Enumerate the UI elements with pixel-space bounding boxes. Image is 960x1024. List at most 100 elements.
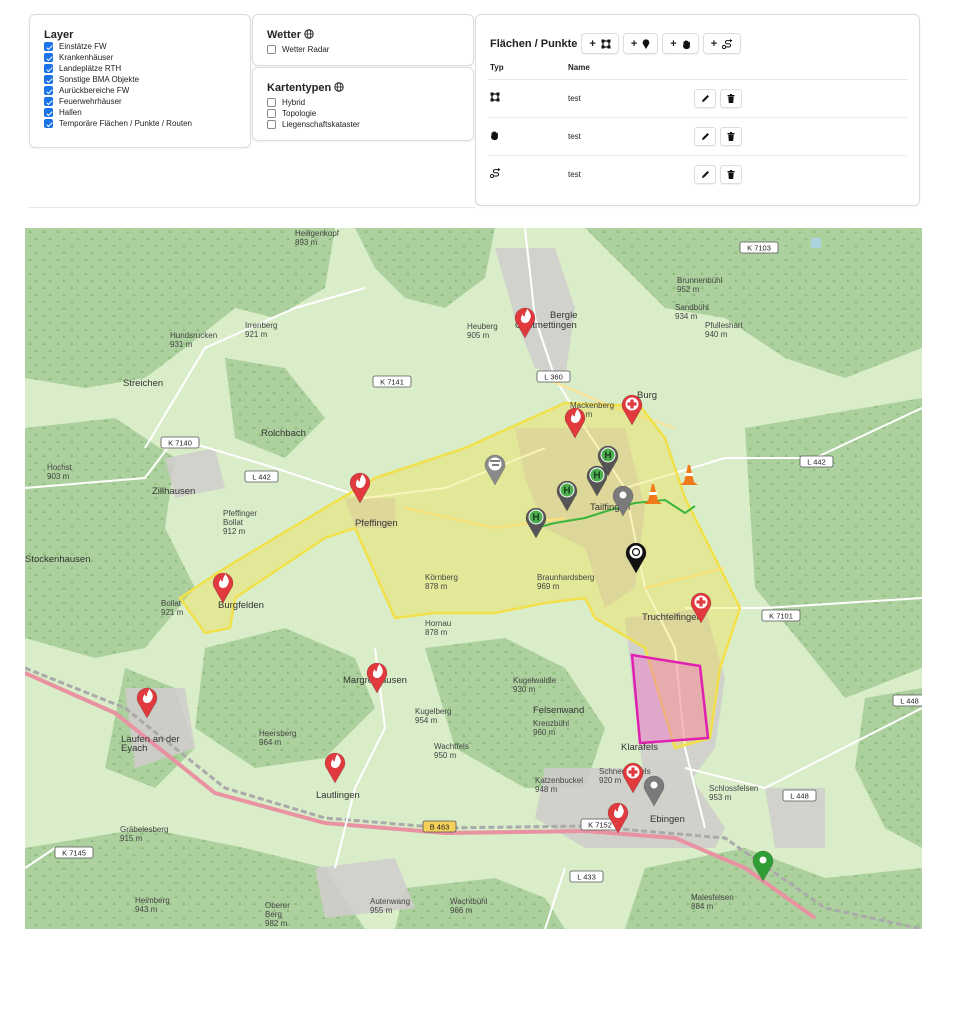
road-label: L 433: [569, 870, 604, 883]
pencil-icon: [701, 170, 710, 179]
edit-button[interactable]: [694, 126, 716, 146]
column-header-name: Name: [566, 61, 694, 80]
wetter-panel: Wetter Wetter Radar: [252, 14, 474, 66]
place-label: Rolchbach: [261, 428, 306, 439]
layer-checkbox[interactable]: [44, 42, 53, 51]
place-label: Zillhausen: [152, 486, 195, 497]
type-cell: [488, 117, 566, 156]
layer-checkbox[interactable]: [44, 53, 53, 62]
map-view[interactable]: Onstmettingen Bergle Heuberg 905 m Streichen…: [25, 228, 922, 929]
place-label: Lautlingen: [316, 790, 360, 801]
pencil-icon: [701, 94, 710, 103]
kartentypen-title: Kartentypen: [267, 82, 473, 95]
wetter-title: Wetter: [267, 29, 473, 42]
pencil-icon: [701, 132, 710, 141]
layer-checkbox[interactable]: [44, 108, 53, 117]
kartentypen-panel: Kartentypen Hybrid Topologie Liegenschafts…: [252, 67, 474, 141]
name-cell: test: [566, 79, 694, 118]
add-polygon-button[interactable]: +: [581, 33, 619, 54]
road-label: K 7140: [160, 436, 200, 449]
wetter-option-0[interactable]: Wetter Radar: [267, 44, 473, 55]
layer-option-5[interactable]: Feuerwehrhäuser: [44, 96, 250, 107]
add-route-button[interactable]: +: [702, 33, 742, 54]
delete-button[interactable]: [720, 88, 742, 108]
road-label: K 7141: [372, 375, 412, 388]
layer-option-6[interactable]: Hallen: [44, 107, 250, 118]
road-label: K 7103: [739, 241, 779, 254]
place-label: Ebingen: [650, 814, 685, 825]
place-label: Bollat 921 m: [161, 599, 184, 617]
edit-button[interactable]: [694, 88, 716, 108]
flaechen-table-body: test test test: [488, 79, 908, 193]
svg-text:K 7103: K 7103: [747, 244, 771, 253]
map-canvas[interactable]: OnstmettingenBergleHeuberg 905 mStreichen…: [25, 228, 922, 929]
kartentypen-list: Hybrid Topologie Liegenschaftskataster: [267, 97, 473, 130]
type-cell: [488, 79, 566, 118]
flaechen-panel: Flächen / Punkte + + + + Typ Name test test t…: [475, 14, 920, 206]
svg-text:K 7145: K 7145: [62, 849, 86, 858]
layer-option-label: Feuerwehrhäuser: [59, 97, 122, 106]
layer-checkbox[interactable]: [44, 75, 53, 84]
edit-button[interactable]: [694, 164, 716, 184]
layer-option-label: Sonstige BMA Objekte: [59, 75, 140, 84]
add-marker-button[interactable]: +: [622, 33, 659, 54]
layer-option-3[interactable]: Sonstige BMA Objekte: [44, 74, 250, 85]
svg-text:K 7141: K 7141: [380, 378, 404, 387]
layer-checkbox[interactable]: [44, 119, 53, 128]
trash-icon: [727, 93, 735, 103]
add-button-group: + + + +: [577, 33, 742, 54]
svg-text:L 448: L 448: [900, 697, 919, 706]
add-hand-button[interactable]: +: [662, 33, 699, 54]
kartentypen-option-0[interactable]: Hybrid: [267, 97, 473, 108]
svg-text:K 7101: K 7101: [769, 612, 793, 621]
layer-option-0[interactable]: Einstätze FW: [44, 41, 250, 52]
wetter-checkbox[interactable]: [267, 45, 276, 54]
name-cell: test: [568, 169, 581, 179]
add-label: +: [630, 37, 638, 50]
kartentypen-checkbox[interactable]: [267, 98, 276, 107]
route-icon: [490, 168, 501, 179]
layer-checkbox[interactable]: [44, 86, 53, 95]
add-label: +: [710, 37, 718, 50]
hand-icon: [490, 130, 499, 140]
name-cell: test: [566, 117, 694, 156]
layer-option-label: Hallen: [59, 108, 82, 117]
delete-button[interactable]: [720, 126, 742, 146]
route-icon: [720, 38, 733, 49]
svg-text:L 360: L 360: [544, 373, 563, 382]
layer-checkbox[interactable]: [44, 97, 53, 106]
road-label: L 360: [536, 370, 571, 383]
kartentypen-checkbox[interactable]: [267, 109, 276, 118]
layer-option-7[interactable]: Temporäre Flächen / Punkte / Routen: [44, 118, 250, 129]
kartentypen-option-2[interactable]: Liegenschaftskataster: [267, 119, 473, 130]
wetter-option-label: Wetter Radar: [282, 45, 330, 54]
place-label: Felsenwand: [533, 705, 584, 716]
layer-option-1[interactable]: Krankenhäuser: [44, 52, 250, 63]
layer-option-label: Krankenhäuser: [59, 53, 114, 62]
road-label: L 442: [244, 470, 279, 483]
svg-text:L 433: L 433: [577, 873, 596, 882]
road-label: K 7101: [761, 609, 801, 622]
road-label: L 442: [799, 455, 834, 468]
delete-button[interactable]: [720, 164, 742, 184]
polygon-icon: [490, 92, 500, 102]
layer-option-label: Landeplätze RTH: [59, 64, 122, 73]
place-label: Klarafels: [621, 742, 658, 753]
layer-option-label: Aurückbereiche FW: [59, 86, 130, 95]
svg-text:K 7140: K 7140: [168, 439, 192, 448]
kartentypen-checkbox[interactable]: [267, 120, 276, 129]
flaechen-header: Flächen / Punkte + + + +: [490, 33, 742, 54]
layer-checkbox[interactable]: [44, 64, 53, 73]
svg-text:L 448: L 448: [790, 792, 809, 801]
column-header-actions: [694, 61, 908, 80]
svg-text:H: H: [532, 513, 539, 524]
wetter-list: Wetter Radar: [267, 44, 473, 55]
marker-icon: [640, 38, 650, 49]
road-label: K 7145: [54, 846, 94, 859]
layer-option-2[interactable]: Landeplätze RTH: [44, 63, 250, 74]
svg-text:H: H: [563, 486, 570, 497]
kartentypen-option-label: Topologie: [282, 109, 317, 118]
kartentypen-option-1[interactable]: Topologie: [267, 108, 473, 119]
layer-option-4[interactable]: Aurückbereiche FW: [44, 85, 250, 96]
area-pink-polygon[interactable]: [630, 653, 710, 745]
